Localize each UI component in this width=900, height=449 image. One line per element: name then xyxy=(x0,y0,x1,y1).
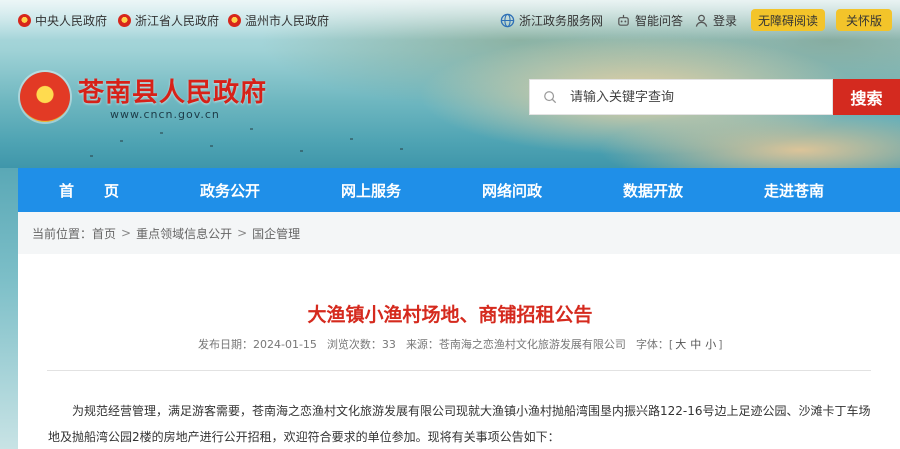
nav-item-about-cangnan[interactable]: 走进苍南 xyxy=(764,168,824,212)
banner-boat xyxy=(160,132,163,134)
nav-item-home[interactable]: 首 页 xyxy=(59,168,119,212)
main-nav: 首 页 政务公开 网上服务 网络问政 数据开放 走进苍南 xyxy=(18,168,900,212)
font-size-end: ] xyxy=(718,337,723,351)
article-meta: 发布日期：2024-01-15 浏览次数：33 来源：苍南海之恋渔村文化旅游发展… xyxy=(198,336,723,352)
link-central-gov[interactable]: 中央人民政府 xyxy=(18,12,107,28)
link-zhejiang-service[interactable]: 浙江政务服务网 xyxy=(500,12,603,28)
accessibility-button[interactable]: 无障碍阅读 xyxy=(751,9,825,31)
site-url: www.cncn.gov.cn xyxy=(110,108,220,121)
breadcrumb-soe-management[interactable]: 国企管理 xyxy=(252,225,300,242)
publish-date: 发布日期：2024-01-15 xyxy=(198,338,317,351)
national-emblem-icon xyxy=(118,13,131,27)
article-source: 来源：苍南海之恋渔村文化旅游发展有限公司 xyxy=(405,338,626,351)
nav-item-online-inquiry[interactable]: 网络问政 xyxy=(482,168,542,212)
font-size-medium-button[interactable]: 中 xyxy=(690,336,701,352)
font-size-small-button[interactable]: 小 xyxy=(705,336,716,352)
banner-boat xyxy=(300,150,303,152)
globe-icon xyxy=(500,13,515,27)
banner-boat xyxy=(210,145,213,147)
breadcrumb-home[interactable]: 首页 xyxy=(92,225,116,242)
robot-icon xyxy=(618,14,629,26)
national-emblem-icon xyxy=(18,13,31,27)
breadcrumb: 当前位置： 首页 > 重点领域信息公开 > 国企管理 xyxy=(18,212,900,254)
site-title: 苍南县人民政府 xyxy=(78,78,268,108)
search-icon xyxy=(530,90,570,104)
article-divider xyxy=(47,370,871,371)
view-count: 浏览次数：33 xyxy=(326,338,396,351)
link-zhejiang-gov[interactable]: 浙江省人民政府 xyxy=(118,12,219,28)
user-icon xyxy=(695,14,708,27)
breadcrumb-key-areas[interactable]: 重点领域信息公开 xyxy=(136,225,232,242)
search-input[interactable] xyxy=(570,89,820,105)
font-size-label: 字体：[ xyxy=(635,338,674,351)
banner-boat xyxy=(250,128,253,130)
search-button[interactable]: 搜索 xyxy=(833,79,900,115)
breadcrumb-prefix: 当前位置： xyxy=(32,226,93,241)
elder-mode-button[interactable]: 关怀版 xyxy=(836,9,892,31)
banner-boat xyxy=(120,140,123,142)
nav-item-gov-affairs[interactable]: 政务公开 xyxy=(200,168,260,212)
nav-item-online-service[interactable]: 网上服务 xyxy=(341,168,401,212)
link-login[interactable]: 登录 xyxy=(694,12,737,28)
banner-boat xyxy=(350,138,353,140)
breadcrumb-separator: > xyxy=(121,226,132,240)
banner-boat xyxy=(90,155,93,157)
national-emblem-icon xyxy=(228,13,241,27)
font-size-large-button[interactable]: 大 xyxy=(675,336,686,352)
nav-item-open-data[interactable]: 数据开放 xyxy=(623,168,683,212)
article-paragraph: 为规范经营管理，满足游客需要，苍南海之恋渔村文化旅游发展有限公司现就大渔镇小渔村… xyxy=(48,404,871,444)
link-smart-qa[interactable]: 智能问答 xyxy=(616,12,683,28)
top-bar: 中央人民政府 浙江省人民政府 温州市人民政府 浙江政务服务网 智能问答 登录 无… xyxy=(0,0,900,40)
search-box xyxy=(529,79,833,115)
link-wenzhou-gov[interactable]: 温州市人民政府 xyxy=(228,12,329,28)
national-emblem-logo xyxy=(20,72,70,122)
breadcrumb-separator: > xyxy=(237,226,248,240)
banner-boat xyxy=(400,148,403,150)
article-title: 大渔镇小渔村场地、商铺招租公告 xyxy=(307,304,593,326)
